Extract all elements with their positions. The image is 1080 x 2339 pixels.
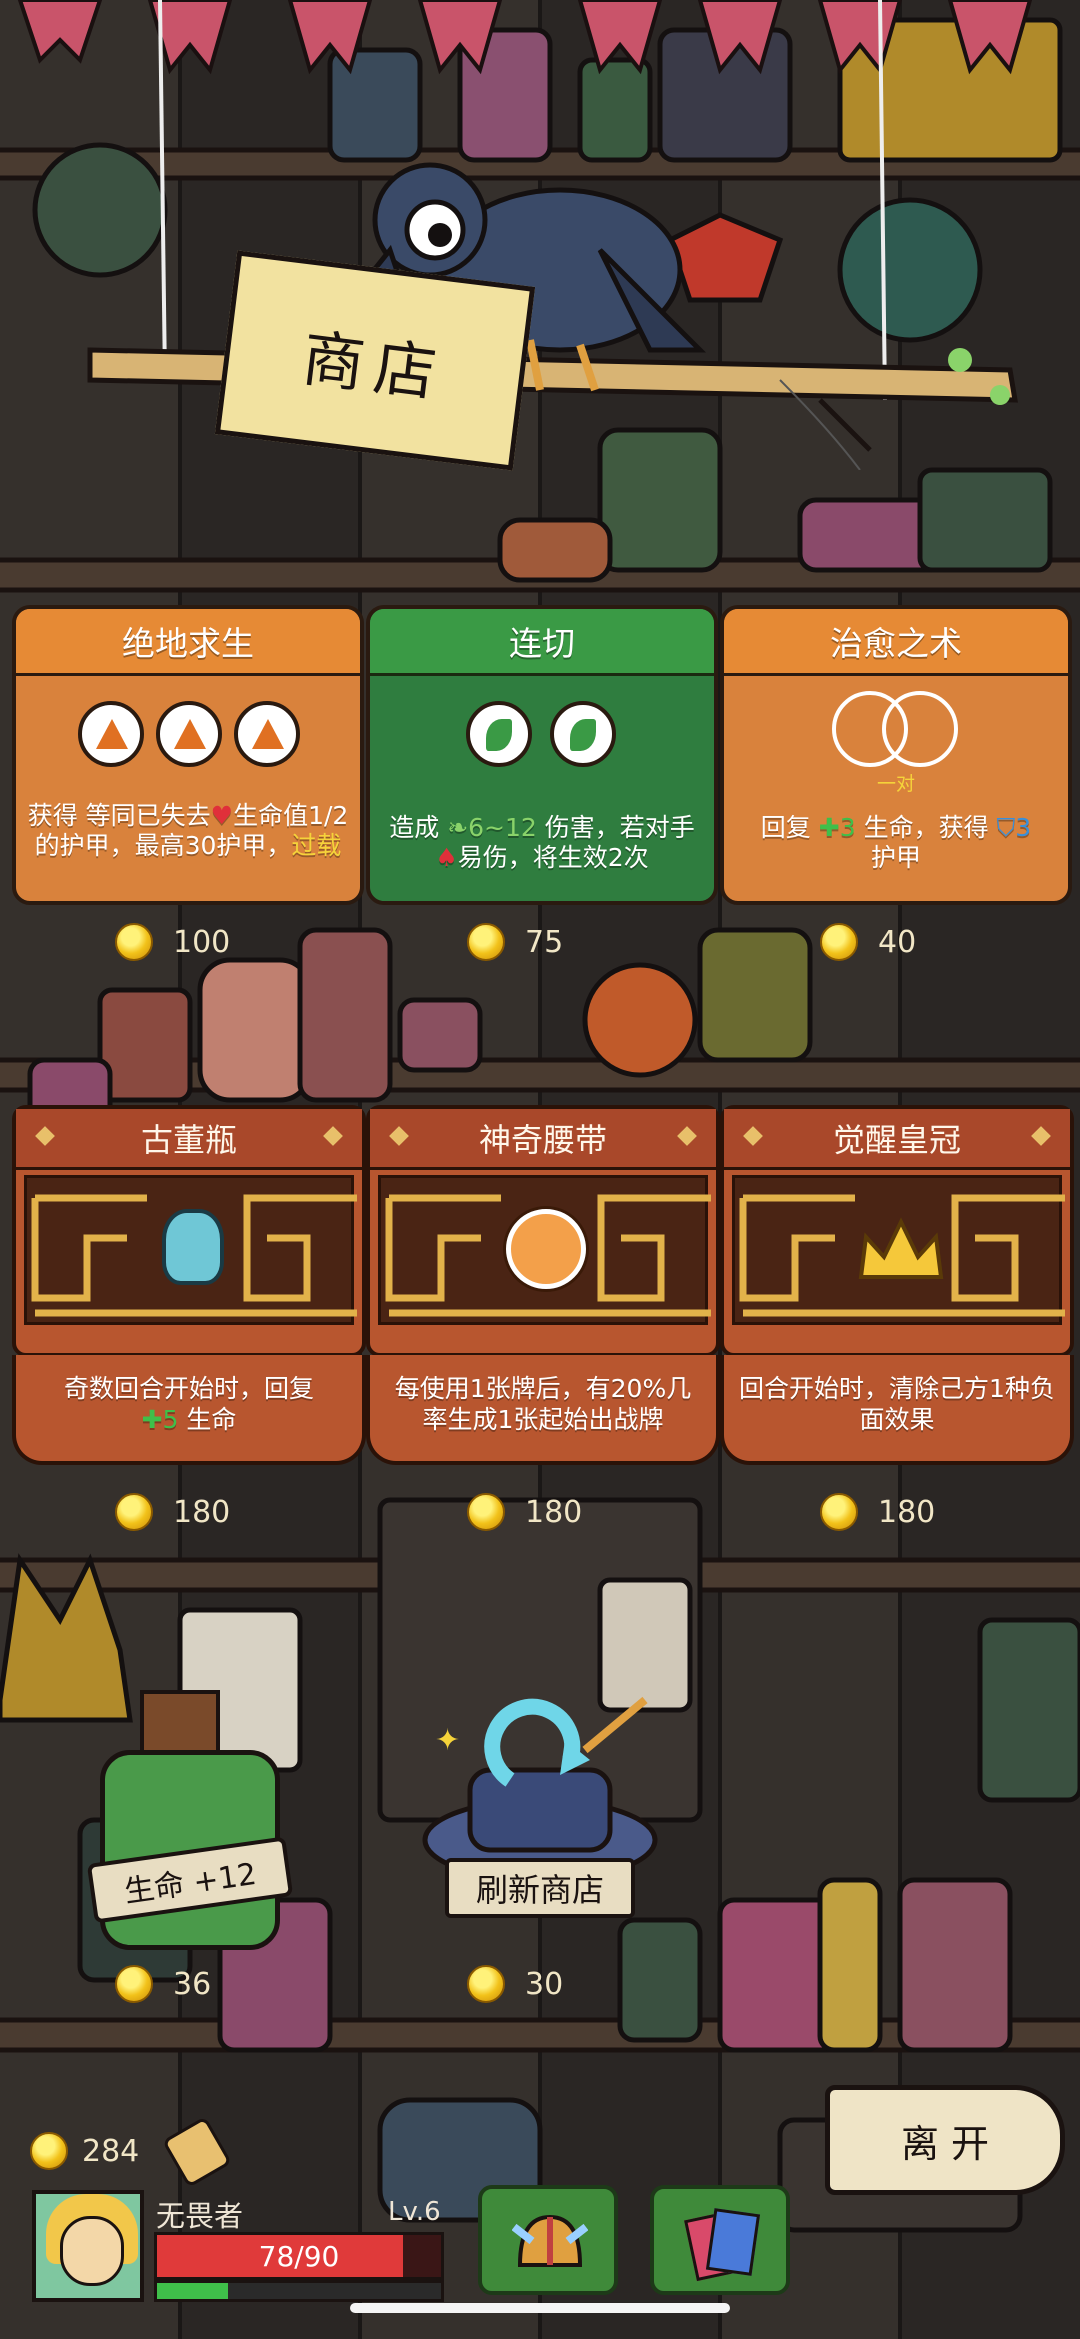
price-skill-2: 75 (467, 920, 563, 964)
skill-card-desc: 获得 等同已失去♥生命值1/2 的护甲，最高30护甲，过载 (27, 801, 349, 860)
relic-card-awakening-crown[interactable]: 觉醒皇冠 (720, 1105, 1074, 1357)
skill-card-title: 连切 (370, 609, 714, 676)
skill-card-desc: 回复 ✚3 生命，获得 ⛉3 护甲 (760, 813, 1032, 872)
relic-card-magic-belt[interactable]: 神奇腰带 (366, 1105, 720, 1357)
leave-button[interactable]: 离 开 (825, 2085, 1065, 2195)
relic-title: 古董瓶 (16, 1109, 362, 1170)
skill-card-title: 治愈之术 (724, 609, 1068, 676)
coin-icon (30, 2132, 68, 2170)
armor-icon: ⛉ (996, 813, 1016, 842)
refresh-shop-button[interactable]: ✦ 刷新商店 (415, 1690, 665, 1950)
coin-icon (467, 1965, 505, 2003)
price-relic-1: 180 (115, 1490, 230, 1534)
leave-label: 离 开 (900, 2121, 990, 2166)
skill-card-title: 绝地求生 (16, 609, 360, 676)
rock-energy-icon (78, 701, 144, 767)
health-potion-item[interactable]: 生命 +12 (80, 1690, 300, 1950)
price-skill-3: 40 (820, 920, 916, 964)
relic-card-antique-vase[interactable]: 古董瓶 (12, 1105, 366, 1357)
price-skill-1: 100 (115, 920, 230, 964)
hp-bar: 78/90 (154, 2232, 444, 2280)
coin-icon (467, 1493, 505, 1531)
price-potion: 36 (115, 1962, 211, 2006)
xp-bar (154, 2280, 444, 2302)
shop-title: 商店 (298, 320, 451, 411)
coin-icon (820, 923, 858, 961)
heal-icon: ✚ (141, 1405, 163, 1434)
skill-card-desc: 造成 ❧6~12 伤害，若对手 ♠易伤，将生效2次 (389, 813, 695, 872)
leaf-energy-icon (466, 701, 532, 767)
empty-pair-orbs (832, 691, 962, 767)
raven-branch-illustration (87, 0, 1018, 470)
relic-desc: 每使用1张牌后，有20%几率生成1张起始出战牌 (366, 1355, 720, 1465)
pair-label: 一对 (876, 773, 915, 795)
price-relic-3: 180 (820, 1490, 935, 1534)
relic-desc: 回合开始时，清除己方1种负面效果 (720, 1355, 1074, 1465)
coin-icon (115, 923, 153, 961)
heart-icon: ♥ (210, 801, 234, 830)
coin-icon (115, 1965, 153, 2003)
gold-amount: 284 (82, 2133, 140, 2169)
blade-icon: ❧ (447, 813, 469, 842)
rock-energy-icon (156, 701, 222, 767)
vulnerable-icon: ♠ (435, 843, 458, 872)
xp-bar-fill (157, 2283, 228, 2299)
relic-title: 神奇腰带 (370, 1109, 716, 1170)
relic-title: 觉醒皇冠 (724, 1109, 1070, 1170)
avatar[interactable] (32, 2190, 144, 2302)
home-indicator (350, 2303, 730, 2313)
skill-card-survival[interactable]: 绝地求生 获得 等同已失去♥生命值1/2 的护甲，最高30护甲，过载 (12, 605, 364, 905)
refresh-shop-label: 刷新商店 (445, 1858, 635, 1918)
svg-text:✦: ✦ (435, 1723, 460, 1758)
coin-icon (820, 1493, 858, 1531)
hp-text: 78/90 (258, 2239, 340, 2273)
price-refresh: 30 (467, 1962, 563, 2006)
coin-icon (467, 923, 505, 961)
player-level: Lv.6 (388, 2197, 441, 2227)
shop-title-sign: 商店 (214, 250, 536, 471)
price-relic-2: 180 (467, 1490, 582, 1534)
rock-energy-icon (234, 701, 300, 767)
player-name: 无畏者 (156, 2199, 244, 2233)
overload-keyword: 过载 (291, 831, 342, 860)
coin-icon (115, 1493, 153, 1531)
crown-icon (858, 1217, 944, 1279)
deck-button[interactable] (650, 2185, 790, 2295)
heal-icon: ✚ (818, 813, 840, 842)
vase-icon (162, 1209, 224, 1285)
helmet-icon (512, 2214, 588, 2267)
relic-desc: 奇数回合开始时，回复 ✚5 生命 (12, 1355, 366, 1465)
equipment-button[interactable] (478, 2185, 618, 2295)
leaf-energy-icon (550, 701, 616, 767)
skill-card-healing-art[interactable]: 治愈之术 一对 回复 ✚3 生命，获得 ⛉3 护甲 (720, 605, 1072, 905)
belt-icon (506, 1209, 586, 1289)
gold-counter: 284 (30, 2128, 139, 2174)
skill-card-combo-slash[interactable]: 连切 造成 ❧6~12 伤害，若对手 ♠易伤，将生效2次 (366, 605, 718, 905)
